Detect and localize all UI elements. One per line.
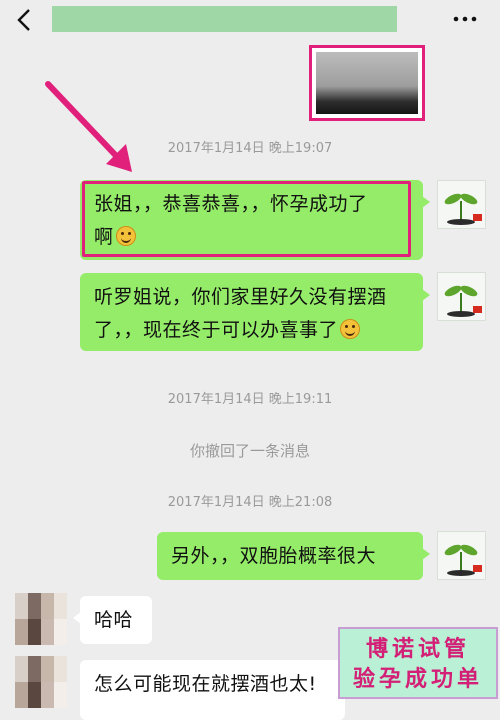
timestamp: 2017年1月14日 晚上19:07 xyxy=(167,141,333,156)
highlight-box xyxy=(82,181,411,257)
back-icon[interactable] xyxy=(14,8,36,32)
annotation-arrow-icon xyxy=(45,81,132,172)
more-icon[interactable] xyxy=(452,12,478,26)
avatar[interactable] xyxy=(15,656,67,708)
message-text: 另外，，双胞胎概率很大 xyxy=(171,545,377,567)
sprout-icon xyxy=(444,285,482,317)
chat-bubble-outgoing[interactable]: 听罗姐说，你们家里好久没有摆酒 了，，现在终于可以办喜事了 xyxy=(80,273,430,351)
avatar[interactable] xyxy=(437,272,486,321)
chat-bubble-incoming[interactable]: 哈哈 xyxy=(73,596,152,644)
message-text: 怎么可能现在就摆酒也太! xyxy=(94,673,317,695)
title-bar xyxy=(0,0,500,40)
message-text: 哈哈 xyxy=(94,609,134,631)
avatar[interactable] xyxy=(15,593,67,645)
photo-thumbnail xyxy=(316,52,418,114)
watermark-stamp: 博诺试管 验孕成功单 xyxy=(338,627,498,699)
timestamp: 2017年1月14日 晚上19:11 xyxy=(167,392,333,407)
avatar[interactable] xyxy=(437,531,486,580)
avatar[interactable] xyxy=(437,180,486,229)
image-message[interactable] xyxy=(309,45,425,121)
sprout-icon xyxy=(444,193,482,225)
chat-bubble-incoming[interactable]: 怎么可能现在就摆酒也太! xyxy=(80,660,345,720)
sprout-icon xyxy=(444,544,482,576)
timestamp: 2017年1月14日 晚上21:08 xyxy=(167,495,333,510)
message-text: 听罗姐说，你们家里好久没有摆酒 了，，现在终于可以办喜事了 xyxy=(94,286,387,341)
stamp-line1: 博诺试管 xyxy=(365,636,470,662)
chat-bubble-outgoing[interactable]: 另外，，双胞胎概率很大 xyxy=(157,532,430,580)
stamp-line2: 验孕成功单 xyxy=(352,666,483,692)
recall-notice: 你撤回了一条消息 xyxy=(189,442,310,460)
laugh-emoji xyxy=(340,319,361,339)
chat-title-redacted xyxy=(52,6,397,32)
